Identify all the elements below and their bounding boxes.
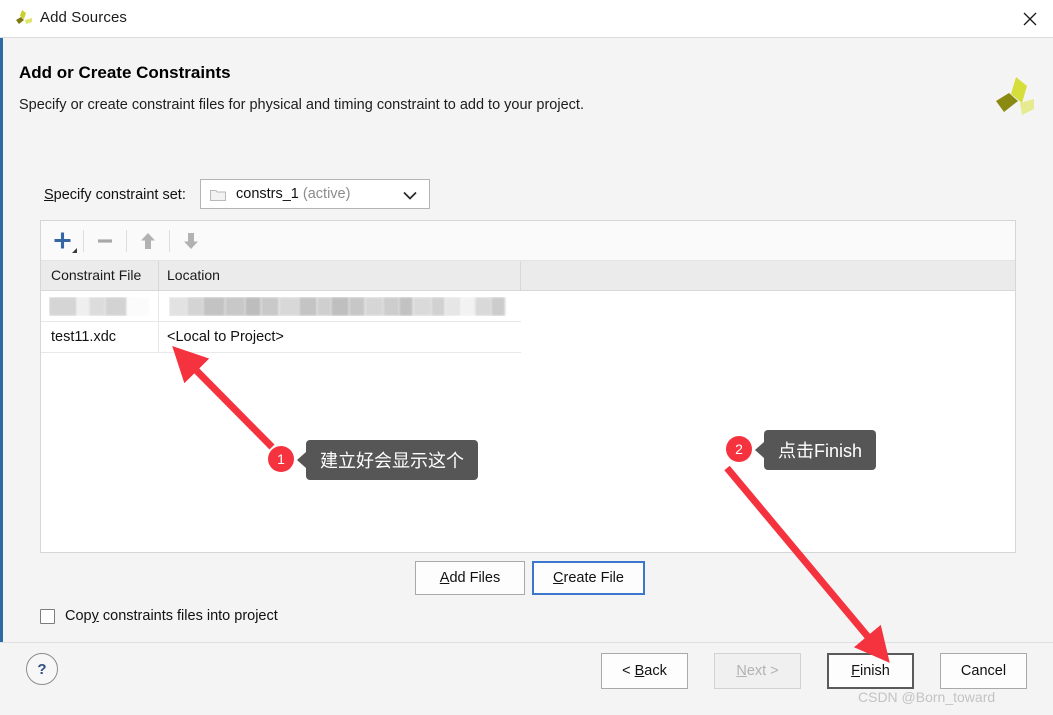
close-button[interactable]: [1007, 0, 1053, 37]
move-up-button[interactable]: [127, 221, 169, 261]
constraint-file-list-panel: Constraint File Location test11.xdc <Loc…: [40, 220, 1016, 553]
cancel-button[interactable]: Cancel: [940, 653, 1027, 689]
finish-label: Finish: [851, 663, 890, 679]
window-title: Add Sources: [40, 9, 127, 26]
constraint-set-dropdown[interactable]: constrs_1 (active): [200, 179, 430, 209]
cancel-label: Cancel: [960, 663, 1007, 679]
add-files-label: Add Files: [439, 570, 501, 586]
title-bar: Add Sources: [0, 0, 1053, 38]
column-header-constraint-file[interactable]: Constraint File: [51, 267, 141, 283]
add-files-button[interactable]: Add Files: [415, 561, 525, 595]
page-subtitle: Specify or create constraint files for p…: [19, 97, 584, 113]
next-label: Next >: [736, 663, 779, 679]
header-divider: [520, 261, 521, 291]
copy-constraints-checkbox[interactable]: [40, 608, 55, 624]
chevron-down-icon: [403, 191, 417, 200]
remove-constraint-button[interactable]: [84, 221, 126, 261]
constraint-set-value: constrs_1 (active): [236, 186, 350, 202]
constraint-set-name: constrs_1: [236, 186, 299, 202]
vivado-logo-icon: [16, 10, 32, 24]
create-file-label: Create File: [553, 570, 624, 586]
cell-divider: [158, 291, 159, 322]
constraint-set-label-mnemonic: S: [44, 187, 54, 203]
redacted-file-name: [49, 297, 149, 316]
constraint-set-state: (active): [302, 186, 351, 202]
move-down-button[interactable]: [170, 221, 212, 261]
table-header: Constraint File Location: [41, 261, 1015, 291]
dialog-content: Add or Create Constraints Specify or cre…: [0, 38, 1053, 642]
add-constraint-button[interactable]: [41, 221, 83, 261]
arrow-down-icon: [184, 232, 198, 249]
cell-divider: [158, 322, 159, 353]
table-row[interactable]: [41, 291, 521, 322]
constraint-set-label-rest: pecify constraint set:: [53, 187, 186, 203]
create-file-button[interactable]: Create File: [532, 561, 645, 595]
xilinx-logo-icon: [996, 77, 1034, 115]
folder-icon: [210, 189, 226, 201]
back-button[interactable]: < Back: [601, 653, 688, 689]
column-header-location[interactable]: Location: [167, 267, 220, 283]
plus-icon: [54, 232, 70, 249]
header-divider: [158, 261, 159, 291]
add-dropdown-triangle-icon: [72, 247, 77, 253]
table-row[interactable]: test11.xdc <Local to Project>: [41, 322, 521, 353]
copy-constraints-label: Copy constraints files into project: [65, 608, 278, 624]
cell-constraint-file: test11.xdc: [51, 329, 117, 345]
next-button[interactable]: Next >: [714, 653, 801, 689]
help-button[interactable]: ?: [26, 653, 58, 685]
constraint-set-label: Specify constraint set:: [44, 187, 186, 203]
back-label: < Back: [622, 663, 667, 679]
page-title: Add or Create Constraints: [19, 63, 231, 82]
redacted-location: [169, 297, 514, 316]
arrow-up-icon: [141, 232, 155, 249]
copy-constraints-row[interactable]: Copy constraints files into project: [40, 608, 278, 624]
watermark: CSDN @Born_toward: [858, 689, 996, 705]
list-toolbar: [41, 221, 1015, 261]
close-icon: [1023, 12, 1037, 25]
finish-button[interactable]: Finish: [827, 653, 914, 689]
minus-icon: [98, 238, 112, 243]
cell-location: <Local to Project>: [167, 329, 284, 345]
add-sources-dialog: Add Sources Add or Create Constraints Sp…: [0, 0, 1053, 715]
